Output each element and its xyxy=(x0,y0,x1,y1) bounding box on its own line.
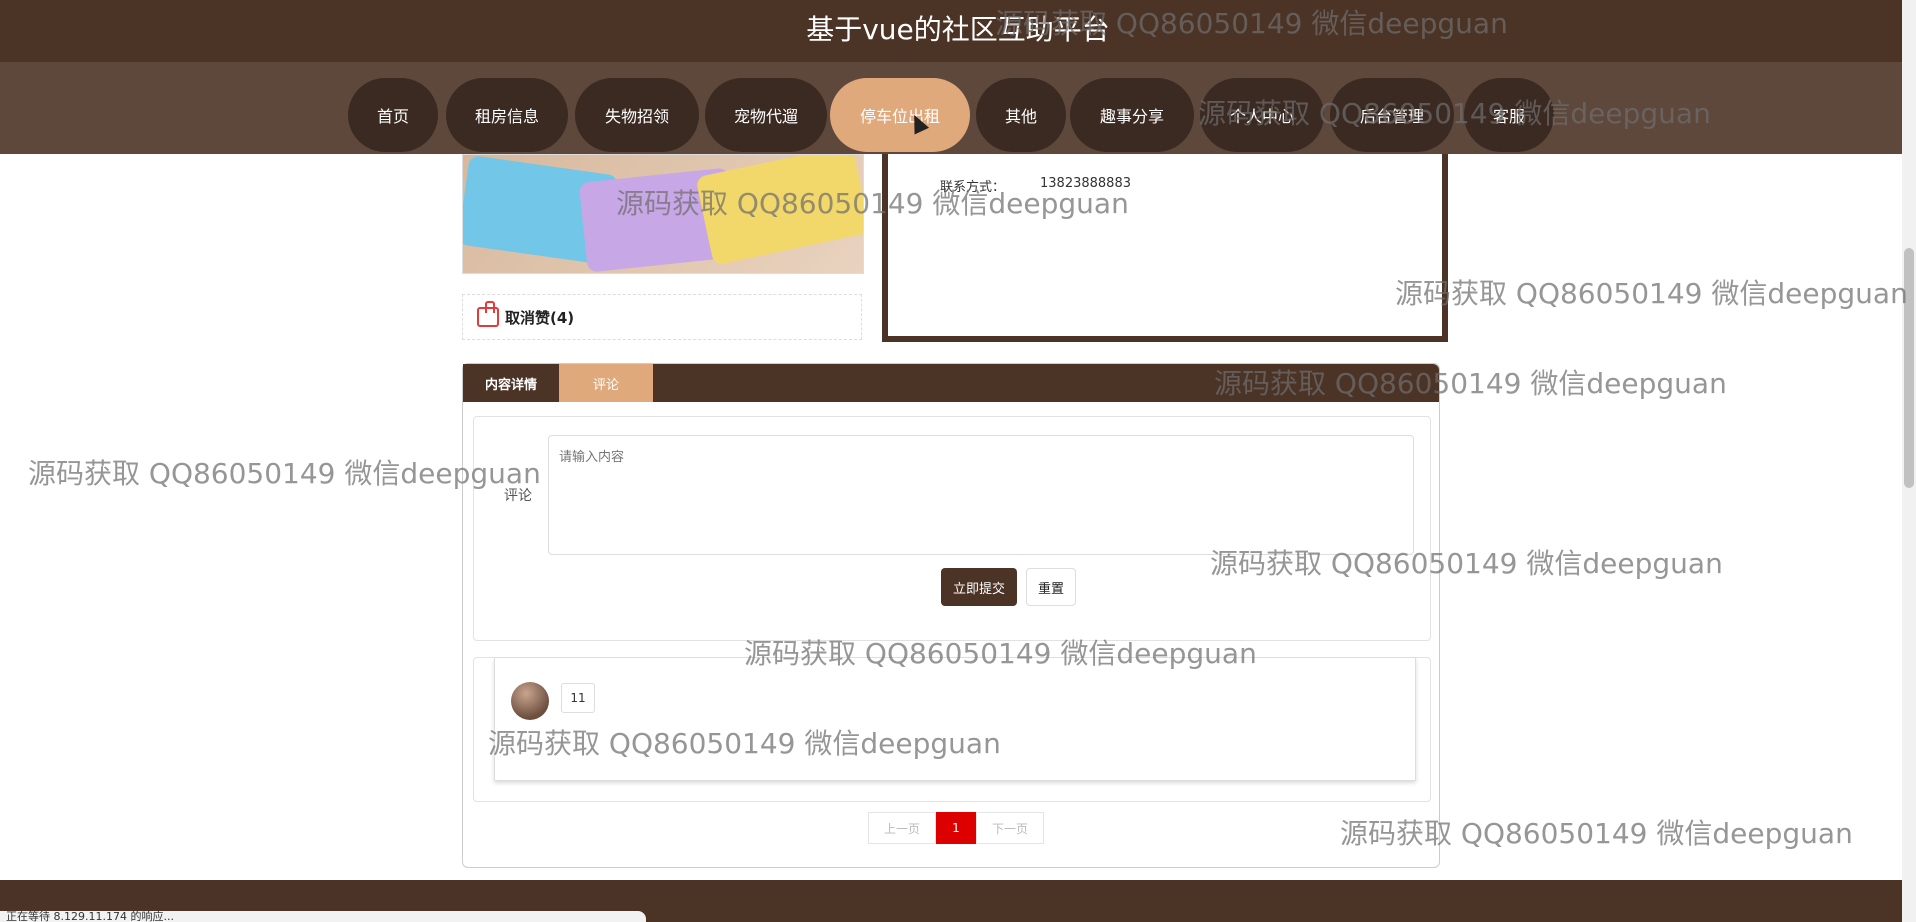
avatar xyxy=(511,682,549,720)
contact-label: 联系方式： xyxy=(940,180,1006,195)
detail-tabs-card: 内容详情 评论 评论 立即提交 重置 11 上一页 1 下一页 xyxy=(462,363,1440,868)
nav-admin[interactable]: 后台管理 xyxy=(1330,78,1454,152)
scroll-thumb[interactable] xyxy=(1904,248,1914,488)
thumb-up-icon xyxy=(477,301,499,327)
nav-pet-walking[interactable]: 宠物代遛 xyxy=(705,78,827,152)
product-image xyxy=(462,154,864,274)
nav-rental-info[interactable]: 租房信息 xyxy=(446,78,568,152)
comment-item: 11 xyxy=(494,658,1416,781)
comment-label: 评论 xyxy=(504,488,532,504)
comment-form: 评论 立即提交 重置 xyxy=(473,416,1431,641)
reset-button[interactable]: 重置 xyxy=(1026,568,1076,606)
nav-parking-rental[interactable]: 停车位出租 xyxy=(830,78,970,152)
tab-bar: 内容详情 评论 xyxy=(463,364,1439,402)
detail-info-panel: 联系方式： 13823888883 xyxy=(882,154,1448,342)
like-label: 取消赞(4) xyxy=(505,309,575,327)
next-page-button[interactable]: 下一页 xyxy=(976,812,1044,844)
like-button[interactable]: 取消赞(4) xyxy=(462,294,862,340)
prev-page-button[interactable]: 上一页 xyxy=(868,812,936,844)
comment-input[interactable] xyxy=(548,435,1414,555)
scrollbar[interactable] xyxy=(1902,0,1916,922)
comment-text: 11 xyxy=(561,683,595,713)
main-nav: 首页 租房信息 失物招领 宠物代遛 停车位出租 其他 趣事分享 个人中心 后台管… xyxy=(0,62,1916,154)
tab-content-details[interactable]: 内容详情 xyxy=(463,364,559,402)
pagination: 上一页 1 下一页 xyxy=(868,812,1044,844)
comment-list: 11 xyxy=(473,657,1431,802)
nav-lost-found[interactable]: 失物招领 xyxy=(575,78,699,152)
contact-value: 13823888883 xyxy=(1040,176,1131,191)
nav-home[interactable]: 首页 xyxy=(348,78,438,152)
nav-other[interactable]: 其他 xyxy=(976,78,1066,152)
nav-fun-share[interactable]: 趣事分享 xyxy=(1070,78,1194,152)
nav-personal-center[interactable]: 个人中心 xyxy=(1200,78,1324,152)
nav-customer-service[interactable]: 客服 xyxy=(1464,78,1554,152)
tab-comments[interactable]: 评论 xyxy=(559,364,653,402)
submit-button[interactable]: 立即提交 xyxy=(941,568,1017,606)
watermark: 源码获取 QQ86050149 微信deepguan xyxy=(1395,277,1908,310)
site-title: 基于vue的社区互助平台 xyxy=(806,13,1110,46)
browser-status-bar: 正在等待 8.129.11.174 的响应... xyxy=(0,911,646,922)
current-page[interactable]: 1 xyxy=(936,812,976,844)
site-header: 基于vue的社区互助平台 xyxy=(0,0,1916,62)
